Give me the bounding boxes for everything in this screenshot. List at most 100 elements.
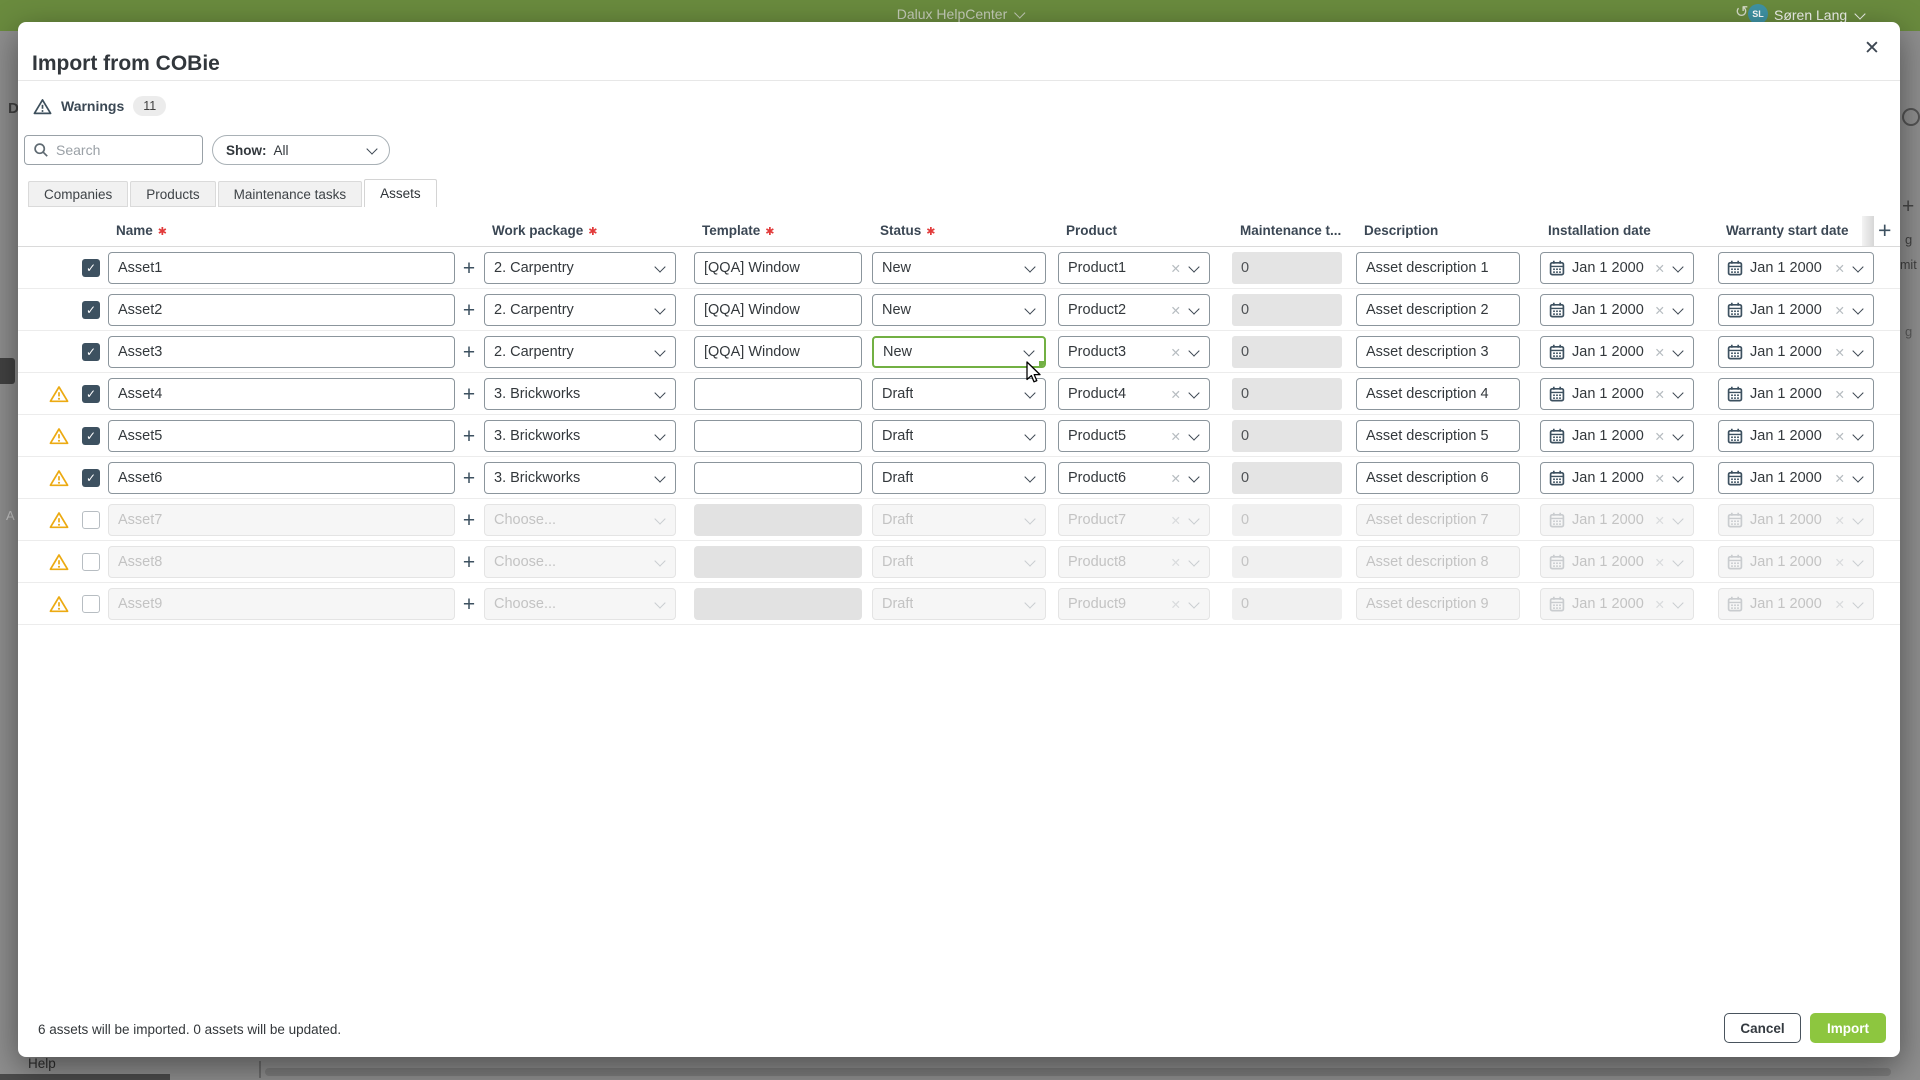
warranty-date-picker[interactable]: Jan 1 2000✕ bbox=[1718, 420, 1874, 452]
clear-icon[interactable]: ✕ bbox=[1655, 261, 1665, 276]
row-checkbox[interactable]: ✓ bbox=[82, 259, 100, 277]
help-link[interactable]: Help bbox=[28, 1056, 56, 1071]
warranty-date-picker[interactable]: Jan 1 2000✕ bbox=[1718, 252, 1874, 284]
tab-companies[interactable]: Companies bbox=[28, 181, 128, 207]
template-input[interactable] bbox=[694, 420, 862, 452]
asset-name-input[interactable]: Asset9 bbox=[108, 588, 455, 620]
warranty-date-picker[interactable]: Jan 1 2000✕ bbox=[1718, 462, 1874, 494]
show-filter-dropdown[interactable]: Show: All bbox=[212, 135, 390, 165]
asset-name-input[interactable]: Asset7 bbox=[108, 504, 455, 536]
description-input[interactable]: Asset description 1 bbox=[1356, 252, 1520, 284]
clear-icon[interactable]: ✕ bbox=[1655, 303, 1665, 318]
template-input[interactable]: [QQA] Window bbox=[694, 336, 862, 368]
template-input[interactable] bbox=[694, 378, 862, 410]
clear-icon[interactable]: ✕ bbox=[1655, 597, 1665, 612]
clear-icon[interactable]: ✕ bbox=[1655, 345, 1665, 360]
clear-icon[interactable]: ✕ bbox=[1835, 345, 1845, 360]
clear-icon[interactable]: ✕ bbox=[1835, 471, 1845, 486]
installation-date-picker[interactable]: Jan 1 2000✕ bbox=[1540, 336, 1694, 368]
installation-date-picker[interactable]: Jan 1 2000✕ bbox=[1540, 420, 1694, 452]
clear-icon[interactable]: ✕ bbox=[1655, 555, 1665, 570]
add-icon[interactable]: + bbox=[463, 594, 475, 615]
warranty-date-picker[interactable]: Jan 1 2000✕ bbox=[1718, 588, 1874, 620]
add-icon[interactable]: + bbox=[463, 468, 475, 489]
installation-date-picker[interactable]: Jan 1 2000✕ bbox=[1540, 462, 1694, 494]
clear-icon[interactable]: ✕ bbox=[1835, 261, 1845, 276]
clear-icon[interactable]: ✕ bbox=[1655, 471, 1665, 486]
work-package-select[interactable]: 3. Brickworks bbox=[484, 378, 676, 410]
clear-icon[interactable]: ✕ bbox=[1171, 471, 1181, 486]
row-checkbox[interactable] bbox=[82, 595, 100, 613]
description-input[interactable]: Asset description 6 bbox=[1356, 462, 1520, 494]
user-menu[interactable]: Søren Lang bbox=[1774, 7, 1864, 23]
warranty-date-picker[interactable]: Jan 1 2000✕ bbox=[1718, 378, 1874, 410]
clear-icon[interactable]: ✕ bbox=[1171, 429, 1181, 444]
add-icon[interactable]: + bbox=[463, 384, 475, 405]
template-input[interactable] bbox=[694, 588, 862, 620]
tab-products[interactable]: Products bbox=[130, 181, 215, 207]
description-input[interactable]: Asset description 9 bbox=[1356, 588, 1520, 620]
work-package-select[interactable]: Choose... bbox=[484, 504, 676, 536]
status-select[interactable]: Draft bbox=[872, 546, 1046, 578]
app-title[interactable]: Dalux HelpCenter bbox=[897, 6, 1024, 22]
tab-maintenance-tasks[interactable]: Maintenance tasks bbox=[218, 181, 363, 207]
asset-name-input[interactable]: Asset2 bbox=[108, 294, 455, 326]
status-select[interactable]: New bbox=[872, 336, 1046, 368]
description-input[interactable]: Asset description 5 bbox=[1356, 420, 1520, 452]
status-select[interactable]: Draft bbox=[872, 504, 1046, 536]
product-select[interactable]: Product2✕ bbox=[1058, 294, 1210, 326]
clear-icon[interactable]: ✕ bbox=[1171, 387, 1181, 402]
clear-icon[interactable]: ✕ bbox=[1655, 513, 1665, 528]
status-select[interactable]: New bbox=[872, 252, 1046, 284]
warranty-date-picker[interactable]: Jan 1 2000✕ bbox=[1718, 546, 1874, 578]
clear-icon[interactable]: ✕ bbox=[1835, 597, 1845, 612]
status-select[interactable]: Draft bbox=[872, 588, 1046, 620]
product-select[interactable]: Product7✕ bbox=[1058, 504, 1210, 536]
work-package-select[interactable]: 2. Carpentry bbox=[484, 336, 676, 368]
product-select[interactable]: Product6✕ bbox=[1058, 462, 1210, 494]
tab-assets[interactable]: Assets bbox=[364, 179, 437, 207]
template-input[interactable] bbox=[694, 546, 862, 578]
add-icon[interactable]: + bbox=[463, 342, 475, 363]
import-button[interactable]: Import bbox=[1810, 1013, 1886, 1043]
work-package-select[interactable]: 2. Carpentry bbox=[484, 252, 676, 284]
asset-name-input[interactable]: Asset3 bbox=[108, 336, 455, 368]
warranty-date-picker[interactable]: Jan 1 2000✕ bbox=[1718, 294, 1874, 326]
selection-handle[interactable] bbox=[1038, 360, 1045, 367]
close-icon[interactable]: ✕ bbox=[1860, 33, 1884, 64]
template-input[interactable]: [QQA] Window bbox=[694, 252, 862, 284]
clear-icon[interactable]: ✕ bbox=[1171, 303, 1181, 318]
row-checkbox[interactable]: ✓ bbox=[82, 427, 100, 445]
clear-icon[interactable]: ✕ bbox=[1835, 555, 1845, 570]
work-package-select[interactable]: 3. Brickworks bbox=[484, 462, 676, 494]
product-select[interactable]: Product4✕ bbox=[1058, 378, 1210, 410]
product-select[interactable]: Product9✕ bbox=[1058, 588, 1210, 620]
status-select[interactable]: New bbox=[872, 294, 1046, 326]
product-select[interactable]: Product5✕ bbox=[1058, 420, 1210, 452]
template-input[interactable]: [QQA] Window bbox=[694, 294, 862, 326]
installation-date-picker[interactable]: Jan 1 2000✕ bbox=[1540, 252, 1694, 284]
clear-icon[interactable]: ✕ bbox=[1171, 345, 1181, 360]
status-select[interactable]: Draft bbox=[872, 378, 1046, 410]
clear-icon[interactable]: ✕ bbox=[1835, 303, 1845, 318]
add-column-button[interactable]: + bbox=[1878, 219, 1891, 242]
product-select[interactable]: Product8✕ bbox=[1058, 546, 1210, 578]
status-select[interactable]: Draft bbox=[872, 420, 1046, 452]
history-icon[interactable]: ↺ bbox=[1735, 5, 1748, 21]
template-input[interactable] bbox=[694, 462, 862, 494]
asset-name-input[interactable]: Asset6 bbox=[108, 462, 455, 494]
template-input[interactable] bbox=[694, 504, 862, 536]
asset-name-input[interactable]: Asset8 bbox=[108, 546, 455, 578]
warranty-date-picker[interactable]: Jan 1 2000✕ bbox=[1718, 336, 1874, 368]
search-input[interactable] bbox=[24, 135, 203, 165]
description-input[interactable]: Asset description 4 bbox=[1356, 378, 1520, 410]
asset-name-input[interactable]: Asset1 bbox=[108, 252, 455, 284]
clear-icon[interactable]: ✕ bbox=[1171, 597, 1181, 612]
asset-name-input[interactable]: Asset5 bbox=[108, 420, 455, 452]
clear-icon[interactable]: ✕ bbox=[1655, 429, 1665, 444]
installation-date-picker[interactable]: Jan 1 2000✕ bbox=[1540, 378, 1694, 410]
work-package-select[interactable]: Choose... bbox=[484, 588, 676, 620]
clear-icon[interactable]: ✕ bbox=[1171, 261, 1181, 276]
add-icon[interactable]: + bbox=[463, 300, 475, 321]
product-select[interactable]: Product1✕ bbox=[1058, 252, 1210, 284]
